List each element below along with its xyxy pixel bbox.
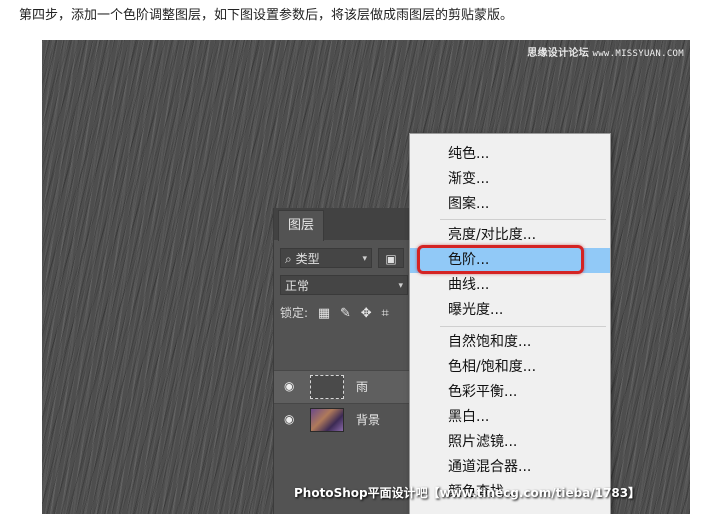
image-filter-button[interactable]: ▣	[378, 248, 404, 268]
menu-item-photo-filter[interactable]: 照片滤镜...	[410, 430, 610, 455]
visibility-eye-icon[interactable]: ◉	[284, 379, 294, 393]
menu-item-hue-saturation[interactable]: 色相/饱和度...	[410, 355, 610, 380]
menu-item-vibrance[interactable]: 自然饱和度...	[410, 330, 610, 355]
menu-item-gradient[interactable]: 渐变...	[410, 167, 610, 192]
menu-separator	[440, 219, 606, 220]
menu-item-pattern[interactable]: 图案...	[410, 192, 610, 217]
layer-name: 背景	[356, 413, 381, 427]
image-icon: ▣	[385, 252, 397, 266]
lock-paint-icon[interactable]: ✎	[340, 303, 351, 325]
menu-separator	[440, 326, 606, 327]
blend-mode-label: 正常	[285, 279, 310, 293]
instruction-caption: 第四步，添加一个色阶调整图层，如下图设置参数后，将该层做成雨图层的剪贴蒙版。	[19, 8, 514, 23]
search-icon: ⌕	[285, 252, 292, 266]
lock-row: 锁定: ▦ ✎ ✥ ⌗	[280, 302, 389, 324]
adjustment-layer-menu: 纯色... 渐变... 图案... 亮度/对比度... 色阶... 曲线... …	[409, 133, 611, 514]
watermark-url: www.MISSYUAN.COM	[592, 49, 684, 59]
layer-name: 雨	[356, 380, 369, 394]
canvas-rain-image: 思缘设计论坛 www.MISSYUAN.COM 图层 ⌕ 类型 ▾ ▣ 正常 ▾…	[42, 40, 690, 514]
chevron-down-icon: ▾	[398, 281, 403, 291]
watermark-top: 思缘设计论坛 www.MISSYUAN.COM	[527, 44, 684, 59]
menu-item-black-white[interactable]: 黑白...	[410, 405, 610, 430]
layer-thumbnail	[310, 375, 344, 399]
lock-move-icon[interactable]: ✥	[361, 303, 372, 325]
chevron-down-icon: ▾	[362, 254, 367, 264]
filter-kind-label: 类型	[295, 252, 320, 266]
lock-artboard-icon[interactable]: ⌗	[381, 303, 388, 325]
menu-item-exposure[interactable]: 曝光度...	[410, 298, 610, 323]
blend-mode-select[interactable]: 正常 ▾	[280, 275, 408, 295]
tab-layers[interactable]: 图层	[278, 210, 324, 241]
watermark-brand: 思缘设计论坛	[527, 48, 590, 59]
watermark-bottom: PhotoShop平面设计吧【www.tinecg.com/tieba/1783…	[294, 486, 641, 500]
lock-label: 锁定:	[280, 306, 309, 320]
lock-transparency-icon[interactable]: ▦	[318, 303, 330, 325]
levels-callout-highlight	[417, 245, 584, 274]
menu-item-color-balance[interactable]: 色彩平衡...	[410, 380, 610, 405]
layer-filter-select[interactable]: ⌕ 类型 ▾	[280, 248, 372, 268]
menu-item-solid-color[interactable]: 纯色...	[410, 142, 610, 167]
layer-thumbnail	[310, 408, 344, 432]
menu-item-curves[interactable]: 曲线...	[410, 273, 610, 298]
visibility-eye-icon[interactable]: ◉	[284, 412, 294, 426]
menu-item-channel-mixer[interactable]: 通道混合器...	[410, 455, 610, 480]
